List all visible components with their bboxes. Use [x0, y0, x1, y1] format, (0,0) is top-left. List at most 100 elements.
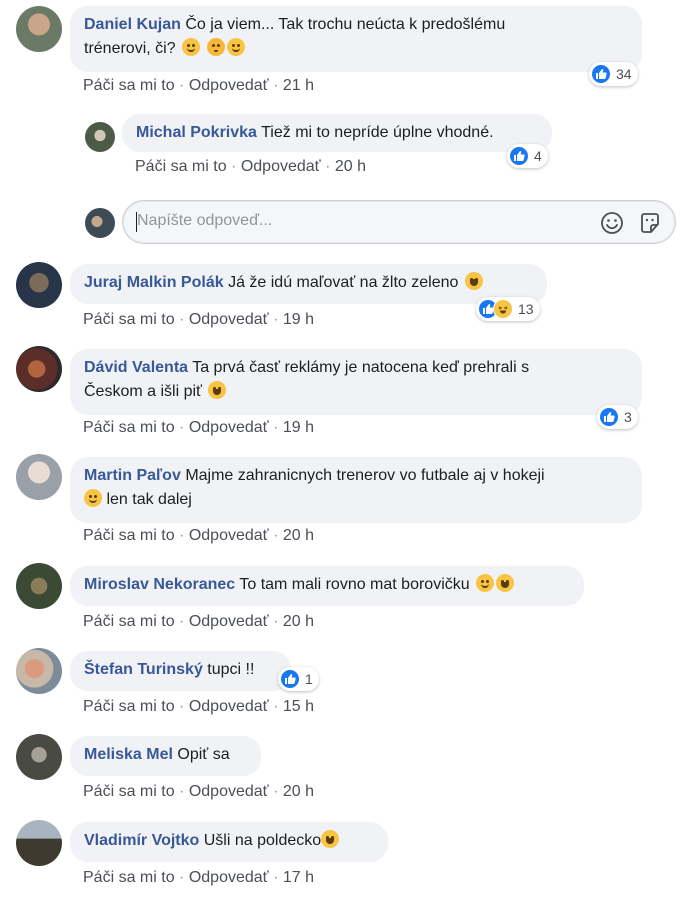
smiling-emoji-icon [84, 489, 102, 507]
separator: · [179, 783, 185, 800]
comment-author[interactable]: Dávid Valenta [84, 359, 188, 376]
grinning-emoji-icon [208, 381, 227, 399]
comment-actions: Páči sa mi to · Odpovedať · 20 h [83, 783, 314, 801]
comment-bubble: Juraj Malkin Polák Já že idú maľovať na … [70, 264, 547, 304]
reply-link[interactable]: Odpovedať [189, 783, 269, 800]
separator: · [273, 783, 279, 800]
comment-text: Já že idú maľovať na žlto zeleno [228, 274, 459, 291]
reply-link[interactable]: Odpovedať [189, 698, 269, 715]
separator: · [273, 869, 279, 886]
reaction-summary[interactable]: 3 [597, 405, 638, 429]
timestamp[interactable]: 15 h [283, 698, 314, 715]
timestamp[interactable]: 17 h [283, 869, 314, 886]
comment-text: Českom a išli piť [84, 383, 203, 400]
like-link[interactable]: Páči sa mi to [83, 783, 175, 800]
reply-placeholder: Napíšte odpoveď... [137, 212, 273, 229]
separator: · [179, 419, 185, 436]
avatar[interactable] [16, 262, 62, 308]
like-reaction-icon [599, 407, 619, 427]
avatar[interactable] [16, 820, 62, 866]
timestamp[interactable]: 20 h [283, 613, 314, 630]
reply-input[interactable]: Napíšte odpoveď... [122, 200, 676, 244]
avatar[interactable] [16, 648, 62, 694]
reply-link[interactable]: Odpovedať [189, 527, 269, 544]
separator: · [325, 158, 331, 175]
separator: · [273, 613, 279, 630]
reaction-summary[interactable]: 13 [476, 297, 540, 321]
reaction-count: 1 [305, 671, 313, 687]
reply-link[interactable]: Odpovedať [189, 77, 269, 94]
reply-link[interactable]: Odpovedať [189, 613, 269, 630]
like-link[interactable]: Páči sa mi to [83, 613, 175, 630]
smiling-emoji-icon [182, 38, 201, 56]
separator: · [179, 698, 185, 715]
avatar[interactable] [16, 346, 62, 392]
like-link[interactable]: Páči sa mi to [135, 158, 227, 175]
comment-author[interactable]: Martin Paľov [84, 467, 181, 484]
smiley-icon[interactable] [599, 210, 625, 236]
comment-bubble: Meliska Mel Opiť sa [70, 736, 261, 776]
comment-actions: Páči sa mi to · Odpovedať · 19 h [83, 419, 314, 437]
timestamp[interactable]: 20 h [283, 783, 314, 800]
sweat-smile-emoji-icon [321, 830, 340, 848]
comment-text: tupci !! [207, 661, 255, 678]
laughing-emoji-icon [464, 272, 483, 290]
reaction-summary[interactable]: 34 [589, 62, 638, 86]
avatar[interactable] [85, 122, 115, 152]
comment-bubble: Martin Paľov Majme zahranicnych trenerov… [70, 457, 642, 523]
kissing-emoji-icon [206, 38, 225, 56]
comment-bubble: Dávid Valenta Ta prvá časť reklámy je na… [70, 349, 642, 415]
separator: · [179, 869, 185, 886]
reply-link[interactable]: Odpovedať [189, 311, 269, 328]
reaction-summary[interactable]: 1 [278, 667, 319, 691]
comment-author[interactable]: Michal Pokrivka [136, 124, 257, 141]
grinning-emoji-icon [496, 574, 515, 592]
separator: · [179, 613, 185, 630]
separator: · [273, 698, 279, 715]
comment-actions: Páči sa mi to · Odpovedať · 15 h [83, 698, 314, 716]
haha-reaction-icon [493, 299, 513, 319]
comment-actions: Páči sa mi to · Odpovedať · 20 h [83, 613, 314, 631]
comment-actions: Páči sa mi to · Odpovedať · 17 h [83, 869, 314, 887]
timestamp[interactable]: 19 h [283, 311, 314, 328]
avatar[interactable] [16, 563, 62, 609]
comment-text: trénerovi, či? [84, 40, 176, 57]
reply-link[interactable]: Odpovedať [241, 158, 321, 175]
sticker-icon[interactable] [637, 210, 663, 236]
separator: · [179, 527, 185, 544]
separator: · [273, 527, 279, 544]
like-link[interactable]: Páči sa mi to [83, 419, 175, 436]
avatar[interactable] [16, 734, 62, 780]
smiling-emoji-icon [226, 38, 245, 56]
comment-text: Tiež mi to nepríde úplne vhodné. [261, 124, 494, 141]
like-reaction-icon [280, 669, 300, 689]
comment-author[interactable]: Štefan Turinský [84, 661, 203, 678]
like-link[interactable]: Páči sa mi to [83, 698, 175, 715]
timestamp[interactable]: 19 h [283, 419, 314, 436]
comment-actions: Páči sa mi to · Odpovedať · 20 h [135, 158, 366, 176]
like-link[interactable]: Páči sa mi to [83, 77, 175, 94]
comment-author[interactable]: Daniel Kujan [84, 16, 181, 33]
comment-text: Ta prvá časť reklámy je natocena keď pre… [192, 359, 530, 376]
comment-author[interactable]: Juraj Malkin Polák [84, 274, 224, 291]
comment-author[interactable]: Miroslav Nekoranec [84, 576, 235, 593]
separator: · [179, 77, 185, 94]
reply-link[interactable]: Odpovedať [189, 869, 269, 886]
timestamp[interactable]: 20 h [335, 158, 366, 175]
timestamp[interactable]: 20 h [283, 527, 314, 544]
avatar[interactable] [16, 6, 62, 52]
reaction-count: 4 [534, 148, 542, 164]
comment-author[interactable]: Meliska Mel [84, 746, 173, 763]
like-link[interactable]: Páči sa mi to [83, 527, 175, 544]
reaction-summary[interactable]: 4 [507, 144, 548, 168]
comment-text: Čo ja viem... Tak trochu neúcta k predoš… [185, 16, 506, 33]
comment-author[interactable]: Vladimír Vojtko [84, 832, 199, 849]
like-link[interactable]: Páči sa mi to [83, 311, 175, 328]
like-link[interactable]: Páči sa mi to [83, 869, 175, 886]
comment-bubble: Miroslav Nekoranec To tam mali rovno mat… [70, 566, 584, 606]
avatar[interactable] [16, 454, 62, 500]
comment-bubble: Štefan Turinský tupci !! [70, 651, 291, 691]
comment-text: Majme zahranicnych trenerov vo futbale a… [185, 467, 545, 484]
timestamp[interactable]: 21 h [283, 77, 314, 94]
reply-link[interactable]: Odpovedať [189, 419, 269, 436]
